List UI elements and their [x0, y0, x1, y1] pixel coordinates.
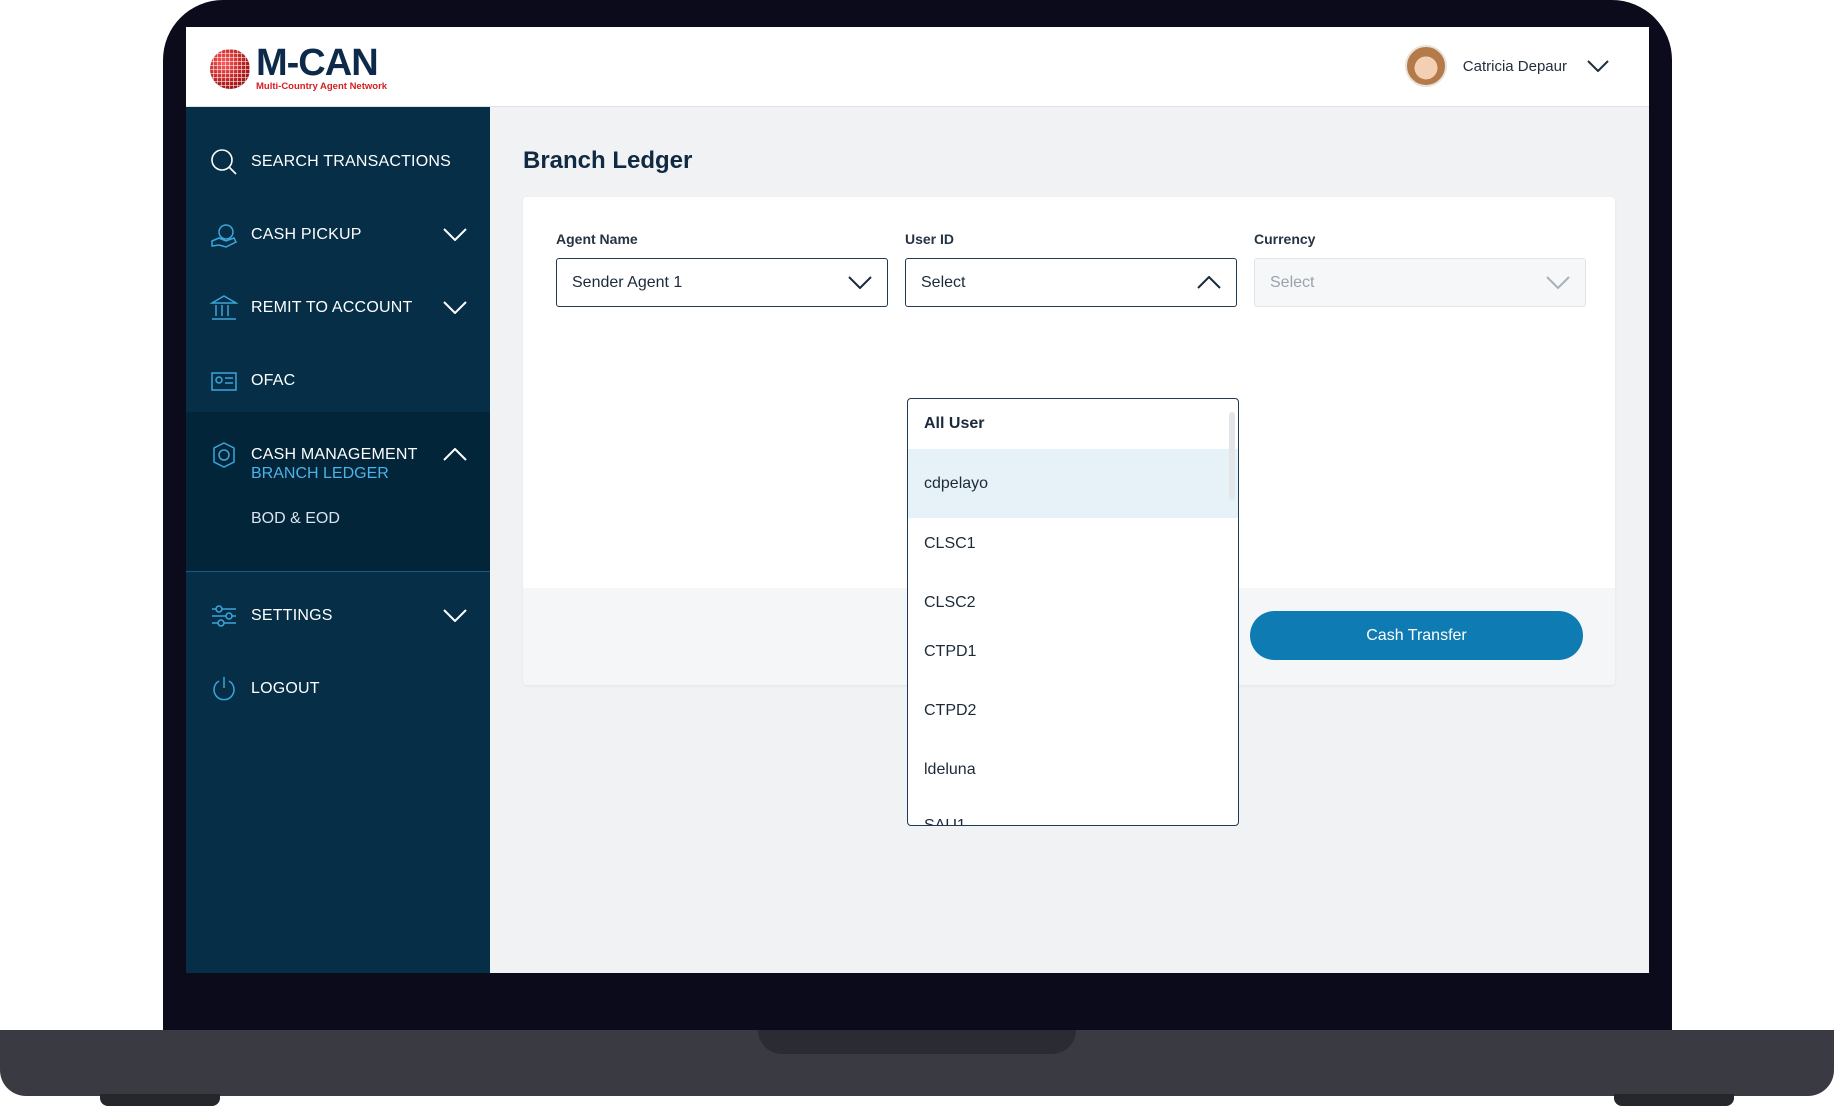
cash-pickup-icon [211, 223, 238, 248]
sidebar-item-cash-pickup[interactable]: CASH PICKUP [186, 198, 490, 271]
chevron-down-icon[interactable] [443, 228, 467, 241]
dropdown-option-all-user[interactable]: All User [908, 399, 1238, 449]
laptop-notch [758, 1030, 1076, 1054]
sidebar-item-label: OFAC [251, 371, 296, 389]
dropdown-scrollbar[interactable] [1229, 412, 1235, 500]
dropdown-option[interactable]: CLSC1 [908, 529, 1238, 559]
currency-select[interactable]: Select [1254, 258, 1586, 307]
agent-name-value: Sender Agent 1 [572, 273, 683, 291]
chevron-down-icon[interactable] [443, 301, 467, 314]
sidebar-item-label: CASH MANAGEMENT [251, 445, 418, 463]
user-id-dropdown: All User cdpelayo CLSC1 CLSC2 CTPD1 CTPD… [907, 398, 1239, 826]
sidebar-item-settings[interactable]: SETTINGS [186, 579, 490, 652]
dropdown-option[interactable]: CTPD2 [908, 696, 1238, 726]
sidebar-item-label: SETTINGS [251, 606, 333, 624]
sidebar-item-logout[interactable]: LOGOUT [186, 652, 490, 725]
brand-name: M-CAN [256, 42, 379, 84]
currency-value: Select [1270, 273, 1315, 291]
chevron-down-icon[interactable] [1587, 60, 1609, 72]
top-header: M-CAN Multi-Country Agent Network Catric… [186, 27, 1649, 107]
cash-management-icon [213, 441, 235, 468]
main-content: Branch Ledger Agent Name Sender Agent 1 … [490, 107, 1649, 973]
agent-name-select[interactable]: Sender Agent 1 [556, 258, 888, 307]
sidebar-item-label: REMIT TO ACCOUNT [251, 298, 413, 316]
brand-logo[interactable]: M-CAN Multi-Country Agent Network [210, 42, 388, 92]
branch-ledger-card: Agent Name Sender Agent 1 User ID Select… [523, 197, 1615, 826]
chevron-up-icon[interactable] [443, 448, 467, 461]
chevron-up-icon [1197, 276, 1221, 289]
power-icon [213, 676, 235, 700]
dropdown-option[interactable]: CLSC2 [908, 588, 1238, 618]
user-name: Catricia Depaur [1462, 57, 1567, 75]
brand-tagline: Multi-Country Agent Network [256, 81, 388, 92]
laptop-frame: M-CAN Multi-Country Agent Network Catric… [0, 0, 1834, 1106]
chevron-down-icon[interactable] [443, 609, 467, 622]
dropdown-option[interactable]: CTPD1 [908, 637, 1238, 667]
sidebar-item-label: LOGOUT [251, 679, 320, 697]
search-icon [211, 148, 237, 175]
cash-transfer-button[interactable]: Cash Transfer [1250, 611, 1583, 660]
laptop-foot-left [100, 1094, 220, 1106]
agent-name-label: Agent Name [556, 231, 638, 247]
chevron-down-icon [1546, 276, 1570, 289]
page-title: Branch Ledger [523, 147, 693, 174]
currency-label: Currency [1254, 231, 1316, 247]
sidebar-item-ofac[interactable]: OFAC [186, 344, 490, 417]
user-id-select[interactable]: Select [905, 258, 1237, 307]
user-menu[interactable]: Catricia Depaur [1404, 45, 1609, 87]
avatar[interactable] [1404, 45, 1447, 87]
dropdown-option[interactable]: ldeluna [908, 755, 1238, 785]
sidebar-item-label: CASH PICKUP [251, 225, 362, 243]
dropdown-option[interactable]: SAU1 [908, 811, 1238, 825]
sidebar-item-label: SEARCH TRANSACTIONS [251, 152, 451, 170]
id-card-icon [211, 371, 237, 391]
user-id-value: Select [921, 273, 966, 291]
bank-icon [210, 294, 238, 320]
dropdown-option[interactable]: cdpelayo [908, 449, 1238, 518]
globe-logo-icon [210, 48, 250, 89]
user-id-label: User ID [905, 231, 955, 247]
chevron-down-icon [848, 276, 872, 289]
sidebar: SEARCH TRANSACTIONS CASH PICKUP REMIT TO… [186, 107, 490, 973]
app-screen: M-CAN Multi-Country Agent Network Catric… [186, 27, 1649, 973]
laptop-foot-right [1614, 1094, 1734, 1106]
sidebar-subitem-branch-ledger[interactable]: BRANCH LEDGER [251, 465, 389, 483]
sidebar-subitem-bod-eod[interactable]: BOD & EOD [251, 510, 340, 528]
sliders-icon [212, 604, 236, 627]
sidebar-item-search-transactions[interactable]: SEARCH TRANSACTIONS [186, 125, 490, 198]
sidebar-item-remit-to-account[interactable]: REMIT TO ACCOUNT [186, 271, 490, 344]
